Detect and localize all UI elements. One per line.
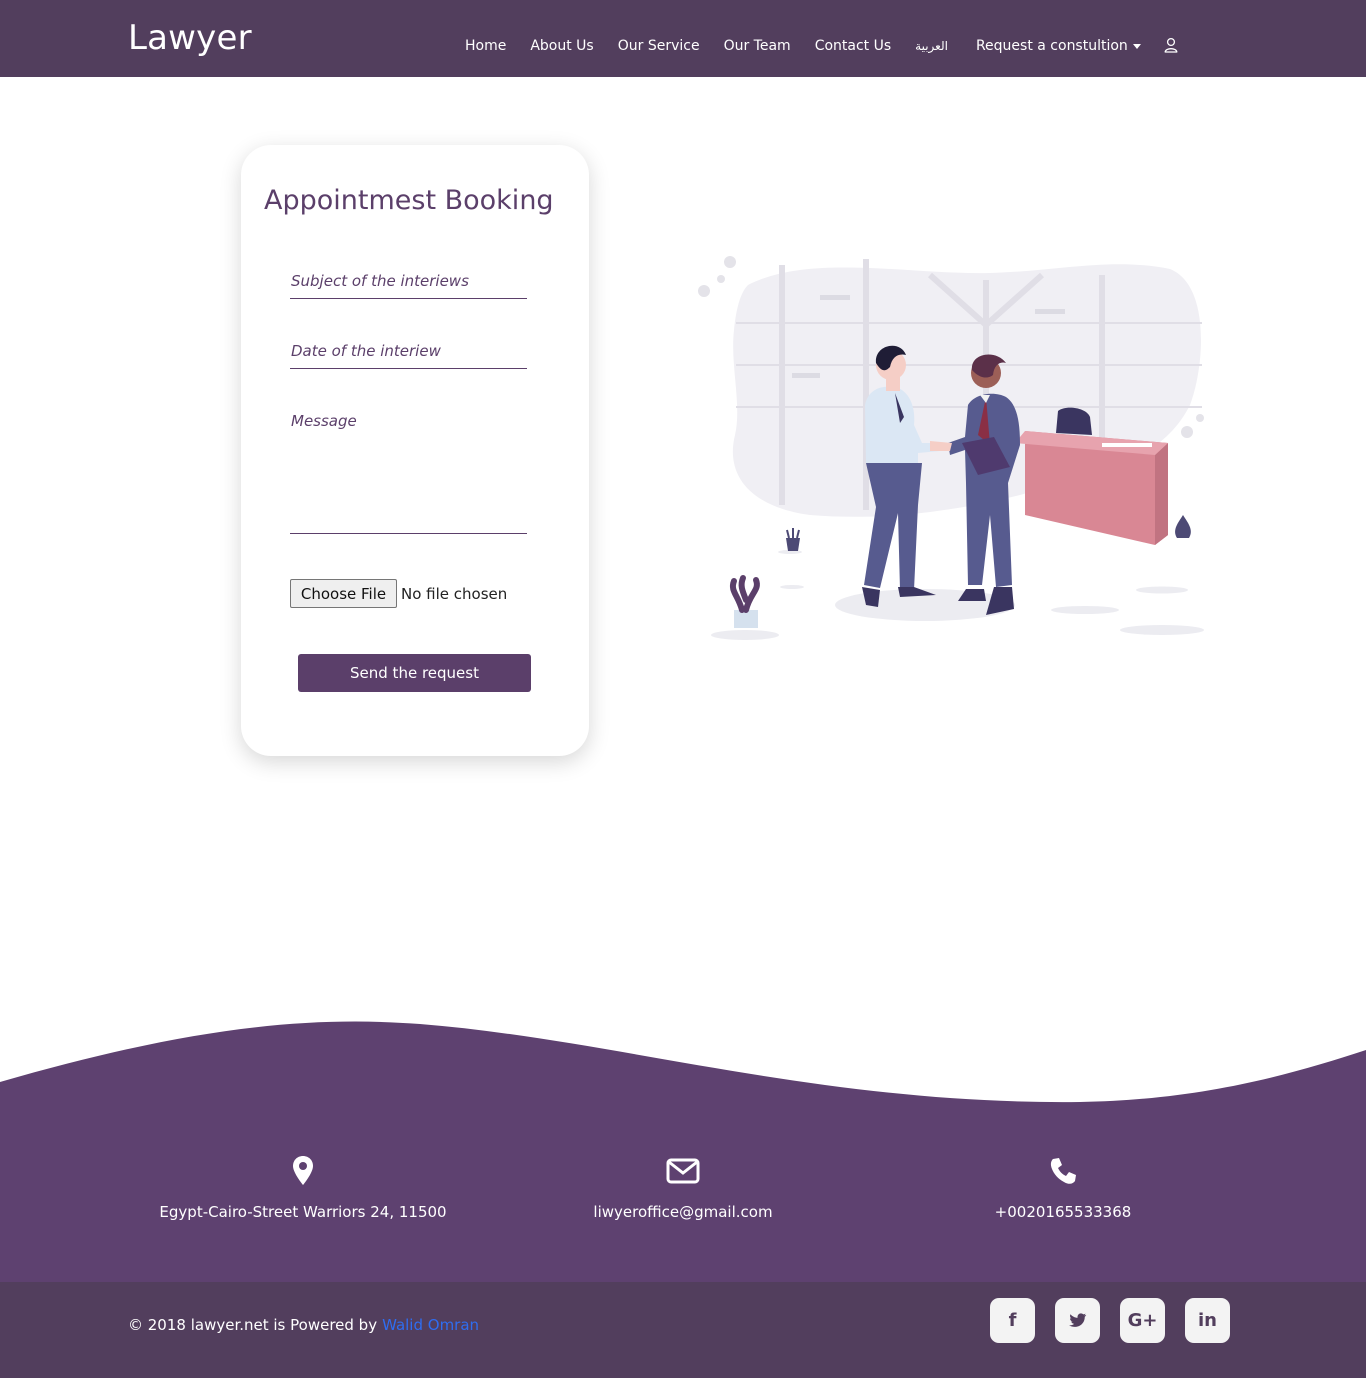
send-request-button[interactable]: Send the request bbox=[298, 654, 531, 692]
google-plus-button[interactable]: G+ bbox=[1120, 1298, 1165, 1343]
brand-logo[interactable]: Lawyer bbox=[128, 18, 252, 58]
nav-link-arabic[interactable]: العربية bbox=[915, 39, 948, 53]
nav-dropdown-request-consultation[interactable]: Request a constultion bbox=[976, 38, 1141, 54]
contact-address: Egypt-Cairo-Street Warriors 24, 11500 bbox=[123, 1155, 483, 1221]
phone-text[interactable]: +0020165533368 bbox=[883, 1203, 1243, 1221]
twitter-icon bbox=[1068, 1313, 1086, 1327]
appointment-booking-card: Appointmest Booking Subject of the inter… bbox=[241, 145, 589, 756]
dropdown-label: Request a constultion bbox=[975, 38, 1128, 54]
caret-down-icon bbox=[1132, 43, 1141, 49]
nav-link-home[interactable]: Home bbox=[465, 38, 506, 54]
linkedin-icon: in bbox=[1198, 1310, 1217, 1331]
copyright-text: © 2018 lawyer.net is Powered by bbox=[128, 1316, 378, 1334]
author-link[interactable]: Walid Omran bbox=[382, 1316, 479, 1334]
nav-link-about-us[interactable]: About Us bbox=[530, 38, 593, 54]
twitter-button[interactable] bbox=[1055, 1298, 1100, 1343]
navbar: Lawyer Home About Us Our Service Our Tea… bbox=[0, 0, 1366, 77]
nav-link-contact-us[interactable]: Contact Us bbox=[815, 38, 891, 54]
address-text: Egypt-Cairo-Street Warriors 24, 11500 bbox=[159, 1203, 447, 1221]
linkedin-button[interactable]: in bbox=[1185, 1298, 1230, 1343]
email-text[interactable]: liwyeroffice@gmail.com bbox=[503, 1203, 863, 1221]
contact-email: liwyeroffice@gmail.com bbox=[503, 1155, 863, 1221]
facebook-button[interactable]: f bbox=[990, 1298, 1035, 1343]
phone-icon bbox=[1050, 1158, 1076, 1184]
handshake-illustration bbox=[698, 256, 1204, 640]
subject-input[interactable]: Subject of the interiews bbox=[290, 272, 527, 299]
nav-link-our-team[interactable]: Our Team bbox=[724, 38, 791, 54]
facebook-icon: f bbox=[1008, 1310, 1017, 1331]
contact-phone: +0020165533368 bbox=[883, 1155, 1243, 1221]
file-status: No file chosen bbox=[401, 584, 508, 603]
choose-file-button[interactable]: Choose File bbox=[290, 579, 397, 608]
footer-wave bbox=[0, 1021, 1366, 1283]
footer-bar: © 2018 lawyer.net is Powered by Walid Omr… bbox=[0, 1282, 1366, 1378]
google-plus-icon: G+ bbox=[1127, 1310, 1158, 1331]
nav-link-our-service[interactable]: Our Service bbox=[618, 38, 700, 54]
copyright: © 2018 lawyer.net is Powered by Walid Omr… bbox=[128, 1316, 479, 1334]
map-marker-icon bbox=[293, 1156, 313, 1185]
booking-title: Appointmest Booking bbox=[264, 185, 554, 216]
message-textarea[interactable]: Message bbox=[290, 412, 527, 534]
file-upload: Choose File No file chosen bbox=[290, 579, 507, 608]
nav-links: Home About Us Our Service Our Team Conta… bbox=[465, 36, 1165, 56]
envelope-icon bbox=[666, 1158, 700, 1184]
user-icon[interactable] bbox=[1163, 37, 1179, 53]
date-input[interactable]: Date of the interiew bbox=[290, 342, 527, 369]
